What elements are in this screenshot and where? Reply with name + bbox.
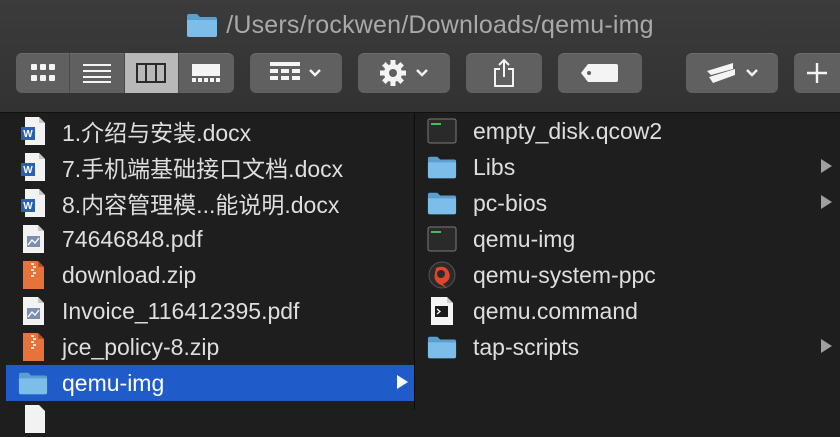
word-doc-icon: W: [18, 152, 48, 182]
file-name: qemu-img: [62, 369, 165, 396]
disclosure-arrow-icon: [821, 195, 832, 209]
qemu-app-icon: [427, 260, 457, 290]
list-item-selected[interactable]: qemu-img: [6, 365, 414, 401]
group-grid-icon: [270, 62, 300, 80]
chevron-down-icon: [416, 69, 428, 77]
file-name: pc-bios: [473, 189, 548, 216]
file-name: 74646848.pdf: [62, 225, 203, 252]
document-icon: [18, 404, 48, 434]
list-item[interactable]: qemu-img: [415, 221, 840, 257]
path-title: /Users/rockwen/Downloads/qemu-img: [226, 10, 654, 39]
list-item[interactable]: jce_policy-8.zip: [6, 329, 414, 365]
action-button[interactable]: [358, 53, 450, 93]
view-mode-control: [16, 53, 234, 93]
folder-icon: [427, 332, 457, 362]
list-item[interactable]: W 8.内容管理模...能说明.docx: [6, 185, 414, 221]
window-title: /Users/rockwen/Downloads/qemu-img: [0, 8, 840, 42]
word-doc-icon: W: [18, 188, 48, 218]
folder-icon: [427, 152, 457, 182]
file-name: qemu.command: [473, 297, 638, 324]
folder-icon: [427, 188, 457, 218]
file-name: jce_policy-8.zip: [62, 333, 220, 360]
list-view-button[interactable]: [70, 53, 125, 93]
file-name: Libs: [473, 153, 516, 180]
file-name: empty_disk.qcow2: [473, 117, 663, 144]
disclosure-arrow-icon: [821, 339, 832, 353]
folder-icon: [18, 368, 48, 398]
toolbar: /Users/rockwen/Downloads/qemu-img: [0, 0, 840, 113]
terminal-exec-icon: [427, 224, 457, 254]
list-item[interactable]: Invoice_116412395.pdf: [6, 293, 414, 329]
share-icon: [494, 58, 514, 87]
list-item[interactable]: pc-bios: [415, 185, 840, 221]
list-item[interactable]: download.zip: [6, 257, 414, 293]
list-item[interactable]: qemu-system-ppc: [415, 257, 840, 293]
zip-icon: [18, 332, 48, 362]
right-column: empty_disk.qcow2 Libs pc-bios qemu-img q…: [415, 113, 840, 410]
file-name: 8.内容管理模...能说明.docx: [62, 192, 340, 218]
list-item[interactable]: W 7.手机端基础接口文档.docx: [6, 149, 414, 185]
word-doc-icon: W: [18, 116, 48, 146]
icon-view-button[interactable]: [16, 53, 71, 93]
pdf-icon: [18, 224, 48, 254]
list-item[interactable]: 74646848.pdf: [6, 221, 414, 257]
chevron-down-icon: [746, 69, 758, 77]
file-name: tap-scripts: [473, 333, 580, 360]
custom-app-button[interactable]: [686, 53, 778, 93]
file-name: Invoice_116412395.pdf: [62, 297, 300, 324]
file-name: 7.手机端基础接口文档.docx: [62, 156, 344, 182]
edit-tags-button[interactable]: [558, 53, 642, 93]
chevron-down-icon: [309, 69, 321, 77]
list-item[interactable]: tap-scripts: [415, 329, 840, 365]
list-item[interactable]: empty_disk.qcow2: [415, 113, 840, 149]
list-item[interactable]: Libs: [415, 149, 840, 185]
file-name: download.zip: [62, 261, 197, 288]
file-name: qemu-img: [473, 225, 576, 252]
left-column: W 1.介绍与安装.docx W 7.手机端基础接口文档.docx W 8.内容…: [0, 113, 415, 433]
tag-icon: [581, 64, 618, 82]
list-item[interactable]: W 1.介绍与安装.docx: [6, 113, 414, 149]
gallery-icon: [192, 64, 221, 82]
file-name: 1.介绍与安装.docx: [62, 120, 252, 146]
gear-icon: [380, 60, 406, 86]
sublime-logo-icon: [707, 63, 735, 83]
gallery-view-button[interactable]: [179, 53, 234, 93]
icon-grid-icon: [30, 64, 55, 81]
column-view-button[interactable]: [124, 53, 179, 93]
file-name: qemu-system-ppc: [473, 261, 656, 288]
svg-text:W: W: [23, 201, 33, 212]
list-item[interactable]: qemu.command: [415, 293, 840, 329]
pdf-icon: [18, 296, 48, 326]
disclosure-arrow-icon: [821, 159, 832, 173]
list-lines-icon: [82, 64, 111, 83]
disclosure-arrow-icon: [397, 375, 408, 389]
folder-icon: [187, 14, 218, 37]
plus-icon: [807, 63, 827, 83]
svg-text:W: W: [23, 165, 33, 176]
svg-text:W: W: [23, 129, 33, 140]
group-by-button[interactable]: [250, 53, 342, 93]
share-button[interactable]: [466, 53, 542, 93]
list-item-partial: [6, 401, 414, 437]
columns-icon: [136, 63, 167, 83]
add-button[interactable]: [794, 53, 840, 93]
terminal-exec-icon: [427, 116, 457, 146]
zip-icon: [18, 260, 48, 290]
command-script-icon: [427, 296, 457, 326]
